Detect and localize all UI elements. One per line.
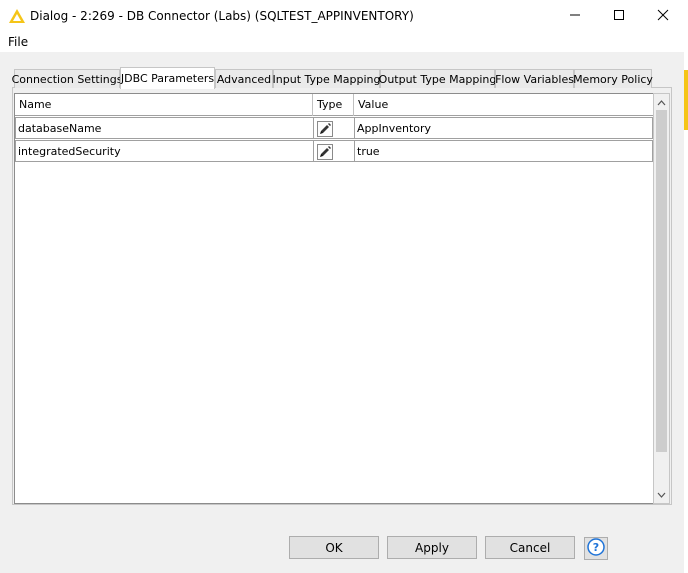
- close-icon: [657, 9, 669, 24]
- tab-connection-settings[interactable]: Connection Settings: [12, 69, 122, 88]
- maximize-icon: [613, 9, 625, 24]
- tab-flow-variables[interactable]: Flow Variables: [495, 69, 574, 88]
- cell-name[interactable]: databaseName: [15, 117, 314, 139]
- scroll-up-icon[interactable]: [654, 94, 669, 111]
- background-highlight: [684, 70, 688, 130]
- window-title: Dialog - 2:269 - DB Connector (Labs) (SQ…: [30, 9, 414, 23]
- help-icon: ?: [587, 538, 605, 559]
- title-bar: Dialog - 2:269 - DB Connector (Labs) (SQ…: [0, 0, 688, 32]
- scrollbar-thumb[interactable]: [656, 110, 667, 452]
- maximize-button[interactable]: [597, 0, 641, 32]
- cell-type[interactable]: [313, 140, 355, 162]
- cancel-button[interactable]: Cancel: [485, 536, 575, 559]
- cell-name[interactable]: integratedSecurity: [15, 140, 314, 162]
- tab-memory-policy[interactable]: Memory Policy: [573, 69, 653, 88]
- warning-triangle-icon: [9, 9, 25, 23]
- tab-input-type-mapping[interactable]: Input Type Mapping: [273, 69, 380, 88]
- table-row[interactable]: databaseName AppInventory: [15, 117, 653, 139]
- column-header-value[interactable]: Value: [354, 94, 653, 116]
- cell-value[interactable]: true: [354, 140, 653, 162]
- help-button[interactable]: ?: [584, 537, 608, 560]
- menu-bar: File: [0, 32, 688, 52]
- tab-output-type-mapping[interactable]: Output Type Mapping: [379, 69, 496, 88]
- background-window-strip: [684, 32, 688, 573]
- minimize-button[interactable]: [553, 0, 597, 32]
- table-header: Name Type Value: [15, 94, 655, 116]
- pencil-edit-icon[interactable]: [317, 121, 333, 137]
- svg-text:?: ?: [593, 541, 599, 554]
- vertical-scrollbar[interactable]: [653, 93, 670, 504]
- dialog-window: Dialog - 2:269 - DB Connector (Labs) (SQ…: [0, 0, 688, 573]
- column-header-type[interactable]: Type: [313, 94, 354, 116]
- tab-jdbc-parameters[interactable]: JDBC Parameters: [120, 67, 215, 89]
- cell-type[interactable]: [313, 117, 355, 139]
- jdbc-parameters-table: Name Type Value databaseName AppInventor…: [14, 93, 655, 504]
- ok-button[interactable]: OK: [289, 536, 379, 559]
- column-header-name[interactable]: Name: [15, 94, 313, 116]
- minimize-icon: [569, 9, 581, 24]
- close-button[interactable]: [641, 0, 685, 32]
- apply-button[interactable]: Apply: [387, 536, 477, 559]
- cell-value[interactable]: AppInventory: [354, 117, 653, 139]
- scroll-down-icon[interactable]: [654, 486, 669, 503]
- tab-advanced[interactable]: Advanced: [215, 69, 273, 88]
- pencil-edit-icon[interactable]: [317, 144, 333, 160]
- table-row[interactable]: integratedSecurity true: [15, 140, 653, 162]
- menu-file[interactable]: File: [8, 35, 28, 49]
